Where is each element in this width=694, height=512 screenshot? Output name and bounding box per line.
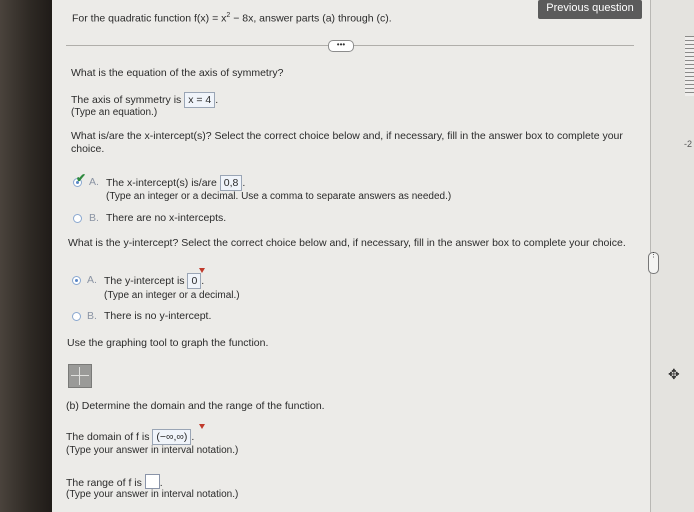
yint-question: What is the y-intercept? Select the corr…	[68, 237, 626, 249]
xint-question-line1: What is/are the x-intercept(s)? Select t…	[71, 130, 623, 142]
question-prompt: For the quadratic function f(x) = x2 − 8…	[72, 12, 392, 25]
part-b-heading: (b) Determine the domain and the range o…	[66, 400, 325, 412]
xint-answer-box[interactable]: 0,8	[219, 175, 243, 191]
xint-option-a-letter: A.	[89, 176, 99, 188]
axis-question: What is the equation of the axis of symm…	[71, 67, 284, 79]
graphing-tool-icon[interactable]	[68, 364, 92, 388]
xint-option-b-label: There are no x-intercepts.	[106, 212, 227, 224]
domain-label: The domain of f is	[66, 431, 150, 443]
xint-option-b-letter: B.	[89, 212, 99, 224]
panel-resize-handle[interactable]: ⋮	[648, 252, 659, 274]
yint-option-b-radio[interactable]	[72, 312, 81, 321]
correct-check-icon: ✔	[76, 171, 87, 185]
prompt-text: For the quadratic function f(x) = x	[72, 12, 227, 25]
axis-answer-box[interactable]: x = 4	[184, 92, 216, 108]
yint-answer-box[interactable]: 0	[187, 273, 202, 289]
expand-dots-button[interactable]: •••	[328, 40, 354, 52]
yint-option-a-label: The y-intercept is	[104, 275, 185, 287]
xint-option-a-row: The x-intercept(s) is/are 0,8.	[106, 175, 246, 191]
xint-option-a-label: The x-intercept(s) is/are	[106, 177, 217, 189]
feedback-marker-icon	[199, 424, 205, 429]
yint-option-a-letter: A.	[87, 274, 97, 286]
monitor-bezel	[0, 0, 52, 512]
range-answer-box[interactable]	[144, 474, 160, 489]
axis-hint: (Type an equation.)	[71, 107, 158, 118]
yint-option-a-hint: (Type an integer or a decimal.)	[104, 290, 240, 301]
range-hint: (Type your answer in interval notation.)	[66, 489, 239, 500]
yint-option-a-row: The y-intercept is 0.	[104, 273, 205, 289]
domain-hint: (Type your answer in interval notation.)	[66, 445, 239, 456]
yint-option-b-label: There is no y-intercept.	[104, 310, 212, 322]
graph-instruction: Use the graphing tool to graph the funct…	[67, 337, 269, 349]
xint-option-a-hint: (Type an integer or a decimal. Use a com…	[106, 191, 452, 202]
domain-answer-box[interactable]: (−∞,∞)	[152, 429, 192, 445]
xint-question-line2: choice.	[71, 143, 105, 155]
axis-answer-row: The axis of symmetry is x = 4.	[71, 92, 219, 108]
range-label: The range of f is	[66, 477, 142, 489]
feedback-marker-icon	[199, 268, 205, 273]
range-row: The range of f is .	[66, 474, 163, 489]
graph-ruler	[685, 36, 694, 96]
xint-option-b-radio[interactable]	[73, 214, 82, 223]
move-icon[interactable]: ✥	[668, 366, 680, 383]
prompt-text-end: − 8x, answer parts (a) through (c).	[230, 12, 392, 25]
domain-row: The domain of f is (−∞,∞).	[66, 429, 195, 445]
yint-option-b-letter: B.	[87, 310, 97, 322]
axis-label: The axis of symmetry is	[71, 94, 182, 106]
yint-option-a-radio[interactable]	[72, 276, 81, 285]
ruler-label: -2	[684, 139, 693, 149]
previous-question-button[interactable]: Previous question	[538, 0, 642, 19]
